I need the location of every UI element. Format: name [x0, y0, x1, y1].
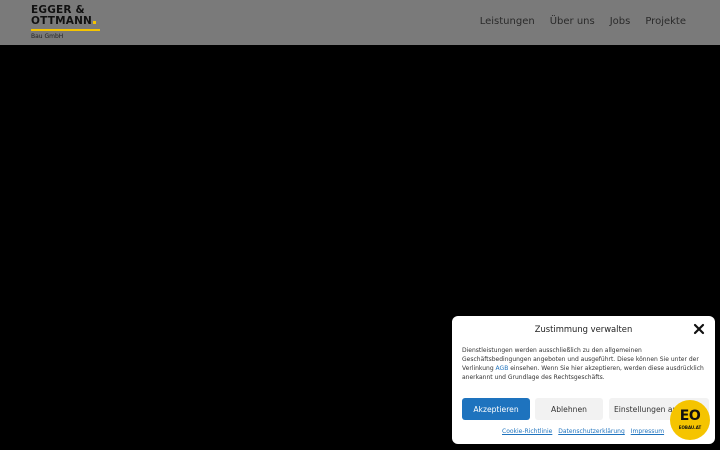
nav-item-leistungen[interactable]: Leistungen: [480, 16, 535, 27]
badge-main-text: EO: [679, 408, 701, 424]
logo-line-2-text: OTTMANN: [31, 15, 93, 27]
consent-title: Zustimmung verwalten: [534, 324, 633, 334]
agb-link[interactable]: AGB: [496, 365, 509, 372]
nav-item-projekte[interactable]: Projekte: [645, 16, 686, 27]
logo-line-2: OTTMANN: [31, 15, 97, 27]
privacy-link[interactable]: Datenschutzerklärung: [558, 428, 625, 435]
imprint-link[interactable]: Impressum: [631, 428, 664, 435]
badge-sub-text: EOBAU.AT: [678, 425, 702, 430]
accept-button[interactable]: Akzeptieren: [462, 398, 530, 420]
main-nav: Leistungen Über uns Jobs Projekte: [480, 16, 686, 27]
consent-text: Dienstleistungen werden ausschließlich z…: [462, 346, 707, 382]
consent-links: Cookie-Richtlinie Datenschutzerklärung I…: [502, 428, 668, 435]
logo-subtitle: Bau GmbH: [31, 33, 64, 40]
logo-dot: [93, 21, 97, 24]
site-header: EGGER & OTTMANN Bau GmbH Leistungen Über…: [0, 0, 720, 45]
company-logo[interactable]: EGGER & OTTMANN Bau GmbH: [31, 5, 103, 43]
cookie-policy-link[interactable]: Cookie-Richtlinie: [502, 428, 552, 435]
eo-badge[interactable]: EO EOBAU.AT: [670, 400, 710, 440]
decline-button[interactable]: Ablehnen: [535, 398, 603, 420]
nav-item-ueber-uns[interactable]: Über uns: [550, 16, 595, 27]
logo-underline: [31, 29, 100, 31]
nav-item-jobs[interactable]: Jobs: [610, 16, 631, 27]
close-icon[interactable]: [693, 323, 705, 335]
